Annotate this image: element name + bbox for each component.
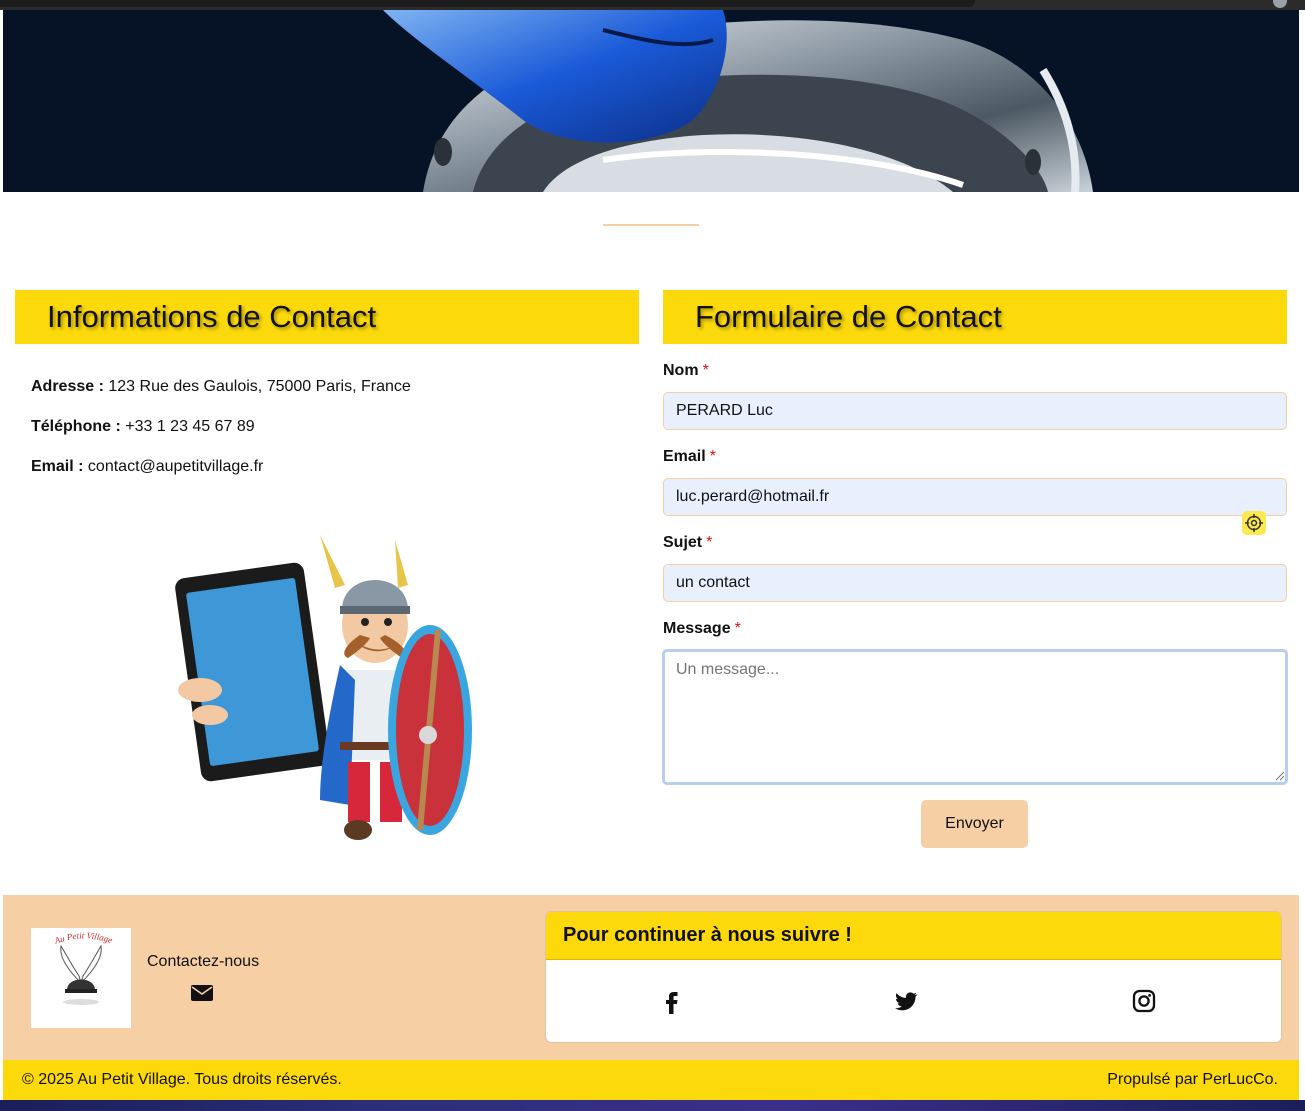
message-label-text: Message — [663, 620, 731, 637]
social-follow-card: Pour continuer à nous suivre ! — [545, 911, 1282, 1043]
twitter-icon[interactable] — [893, 988, 919, 1014]
copyright-bar: © 2025 Au Petit Village. Tous droits rés… — [3, 1060, 1299, 1100]
address-line: Adresse : 123 Rue des Gaulois, 75000 Par… — [31, 378, 411, 396]
message-textarea[interactable] — [662, 649, 1288, 785]
logo-text: Au Petit Village — [52, 930, 114, 946]
email-label: Email : — [31, 458, 84, 475]
name-label-text: Nom — [663, 362, 699, 379]
section-divider — [603, 224, 699, 226]
svg-text:Au Petit Village: Au Petit Village — [52, 930, 114, 946]
resize-grip-icon[interactable] — [1275, 771, 1285, 781]
browser-top-bar — [0, 0, 1305, 10]
message-label: Message * — [663, 620, 741, 638]
contact-info-title: Informations de Contact — [47, 299, 377, 334]
subject-input[interactable] — [663, 564, 1287, 602]
viking-helmet-image — [3, 10, 1299, 192]
subject-label: Sujet * — [663, 534, 712, 552]
required-mark: * — [709, 448, 716, 465]
required-mark: * — [734, 620, 741, 637]
desktop-background-strip — [0, 1100, 1305, 1111]
gaul-with-phone-illustration — [170, 530, 490, 850]
required-mark: * — [702, 362, 709, 379]
envelope-icon[interactable] — [190, 983, 214, 1003]
phone-label: Téléphone : — [31, 418, 121, 435]
contact-form-header: Formulaire de Contact — [663, 290, 1287, 344]
address-label: Adresse : — [31, 378, 104, 395]
social-follow-title: Pour continuer à nous suivre ! — [563, 924, 852, 946]
hero-banner — [3, 10, 1299, 192]
autofill-extension-icon[interactable] — [1242, 511, 1266, 535]
email-label-text: Email — [663, 448, 706, 465]
phone-line: Téléphone : +33 1 23 45 67 89 — [31, 418, 255, 436]
contact-us-link[interactable]: Contactez-nous — [147, 953, 259, 971]
facebook-icon[interactable] — [659, 988, 685, 1014]
email-field-label: Email * — [663, 448, 716, 466]
social-follow-header: Pour continuer à nous suivre ! — [546, 912, 1281, 960]
browser-profile-icon[interactable] — [1273, 0, 1287, 8]
browser-tab-strip — [0, 0, 975, 7]
required-mark: * — [706, 534, 713, 551]
email-input[interactable] — [663, 478, 1287, 516]
name-label: Nom * — [663, 362, 709, 380]
email-value: contact@aupetitvillage.fr — [87, 458, 264, 475]
address-value: 123 Rue des Gaulois, 75000 Paris, France — [108, 378, 411, 395]
site-logo[interactable]: Au Petit Village — [31, 928, 131, 1028]
name-input[interactable] — [663, 392, 1287, 430]
submit-button[interactable]: Envoyer — [921, 800, 1028, 848]
copyright-text: © 2025 Au Petit Village. Tous droits rés… — [22, 1071, 342, 1088]
powered-by-text: Propulsé par PerLucCo. — [1107, 1071, 1278, 1088]
contact-info-header: Informations de Contact — [15, 290, 639, 344]
email-line: Email : contact@aupetitvillage.fr — [31, 458, 263, 476]
phone-value: +33 1 23 45 67 89 — [125, 418, 255, 435]
contact-form-title: Formulaire de Contact — [695, 299, 1002, 334]
footer: Au Petit Village Contactez-nous Pour con… — [3, 895, 1299, 1060]
subject-label-text: Sujet — [663, 534, 703, 551]
instagram-icon[interactable] — [1131, 988, 1157, 1014]
